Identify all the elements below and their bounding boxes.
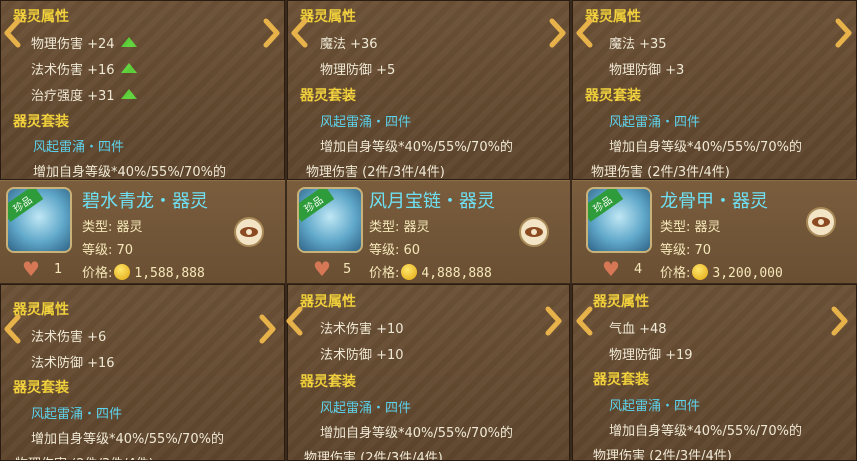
set-desc: 物理伤害 (2件/3件/4件) xyxy=(304,451,443,461)
next-arrow-icon[interactable] xyxy=(832,18,854,48)
stat-text: 物理防御 +3 xyxy=(609,63,685,78)
prev-arrow-icon[interactable] xyxy=(2,18,24,48)
item-name: 龙骨甲・器灵 xyxy=(660,191,768,212)
top-panel-3: 器灵属性 魔法 +35 物理防御 +3 器灵套装 风起雷涌・四件 增加自身等级*… xyxy=(572,0,857,180)
set-section-title: 器灵套装 xyxy=(300,374,356,390)
up-arrow-icon xyxy=(120,89,137,99)
prev-arrow-icon[interactable] xyxy=(284,306,306,336)
prev-arrow-icon[interactable] xyxy=(289,18,311,48)
stat-text: 魔法 +35 xyxy=(609,37,667,52)
item-card-2[interactable]: 珍品 风月宝链・器灵 类型: 器灵 等级: 60 ♥ 5 价格: 4,888,88… xyxy=(287,180,570,284)
set-desc: 物理伤害 (2件/3件/4件) xyxy=(591,165,730,180)
set-section-title: 器灵套装 xyxy=(585,88,641,104)
bottom-panel-3: 器灵属性 气血 +48 物理防御 +19 器灵套装 风起雷涌・四件 增加自身等级… xyxy=(572,284,857,461)
item-level: 等级: 60 xyxy=(369,243,421,258)
item-icon-armor: 珍品 xyxy=(586,187,652,253)
set-section-title: 器灵套装 xyxy=(300,88,356,104)
prev-arrow-icon[interactable] xyxy=(574,306,596,336)
set-desc: 增加自身等级*40%/55%/70%的 xyxy=(320,140,513,155)
stat-line: 法术伤害 +16 xyxy=(31,59,137,78)
set-desc: 增加自身等级*40%/55%/70%的 xyxy=(33,165,226,180)
item-type: 类型: 器灵 xyxy=(369,220,430,235)
stat-text: 法术伤害 +10 xyxy=(320,322,404,337)
attr-section-title: 器灵属性 xyxy=(593,294,649,310)
set-desc: 物理伤害 (2件/3件/4件) xyxy=(593,449,732,461)
prev-arrow-icon[interactable] xyxy=(574,18,596,48)
item-price: 价格: 4,888,888 xyxy=(369,264,492,281)
set-desc: 增加自身等级*40%/55%/70%的 xyxy=(609,140,802,155)
stat-text: 物理伤害 +24 xyxy=(31,37,115,52)
next-arrow-icon[interactable] xyxy=(256,314,278,344)
top-panel-1: 器灵属性 物理伤害 +24 法术伤害 +16 治疗强度 +31 器灵套装 风起雷… xyxy=(0,0,285,180)
eye-icon[interactable] xyxy=(806,207,836,237)
coin-icon xyxy=(114,264,131,280)
item-name: 风月宝链・器灵 xyxy=(369,191,495,212)
set-name: 风起雷涌・四件 xyxy=(33,140,125,155)
item-price: 价格: 1,588,888 xyxy=(82,264,205,281)
coin-icon xyxy=(692,264,709,280)
stat-text: 法术防御 +10 xyxy=(320,348,404,363)
rare-badge: 珍品 xyxy=(299,189,335,222)
up-arrow-icon xyxy=(120,37,137,47)
set-section-title: 器灵套装 xyxy=(593,372,649,388)
rare-badge: 珍品 xyxy=(588,189,624,222)
next-arrow-icon[interactable] xyxy=(828,306,850,336)
up-arrow-icon xyxy=(120,63,137,73)
stat-text: 魔法 +36 xyxy=(320,37,378,52)
heart-icon[interactable]: ♥ xyxy=(602,257,620,281)
eye-icon[interactable] xyxy=(519,217,549,247)
stat-line: 治疗强度 +31 xyxy=(31,85,137,104)
stat-text: 物理防御 +5 xyxy=(320,63,396,78)
stat-text: 治疗强度 +31 xyxy=(31,89,115,104)
set-section-title: 器灵套装 xyxy=(13,114,69,130)
heart-icon[interactable]: ♥ xyxy=(313,257,331,281)
stat-text: 法术伤害 +6 xyxy=(31,330,107,345)
set-desc: 增加自身等级*40%/55%/70%的 xyxy=(31,432,224,447)
eye-icon[interactable] xyxy=(234,217,264,247)
set-name: 风起雷涌・四件 xyxy=(320,115,412,130)
bottom-panel-1: 器灵属性 法术伤害 +6 法术防御 +16 器灵套装 风起雷涌・四件 增加自身等… xyxy=(0,284,285,461)
item-price: 价格: 3,200,000 xyxy=(660,264,783,281)
item-level: 等级: 70 xyxy=(82,243,134,258)
set-desc: 物理伤害 (2件/3件/4件) xyxy=(306,165,445,180)
next-arrow-icon[interactable] xyxy=(542,306,564,336)
stat-line: 物理伤害 +24 xyxy=(31,33,137,52)
coin-icon xyxy=(401,264,418,280)
item-icon-dragon: 珍品 xyxy=(6,187,72,253)
set-name: 风起雷涌・四件 xyxy=(609,115,701,130)
stat-text: 物理防御 +19 xyxy=(609,348,693,363)
set-name: 风起雷涌・四件 xyxy=(31,407,123,422)
stat-text: 法术伤害 +16 xyxy=(31,63,115,78)
next-arrow-icon[interactable] xyxy=(546,18,568,48)
prev-arrow-icon[interactable] xyxy=(2,314,24,344)
item-type: 类型: 器灵 xyxy=(82,220,143,235)
like-count: 4 xyxy=(634,262,643,277)
heart-icon[interactable]: ♥ xyxy=(22,257,40,281)
top-panel-2: 器灵属性 魔法 +36 物理防御 +5 器灵套装 风起雷涌・四件 增加自身等级*… xyxy=(287,0,570,180)
stat-text: 气血 +48 xyxy=(609,322,667,337)
attr-section-title: 器灵属性 xyxy=(300,294,356,310)
set-section-title: 器灵套装 xyxy=(13,380,69,396)
next-arrow-icon[interactable] xyxy=(260,18,282,48)
set-name: 风起雷涌・四件 xyxy=(609,399,701,414)
bottom-panel-2: 器灵属性 法术伤害 +10 法术防御 +10 器灵套装 风起雷涌・四件 增加自身… xyxy=(287,284,570,461)
set-desc: 增加自身等级*40%/55%/70%的 xyxy=(320,426,513,441)
item-name: 碧水青龙・器灵 xyxy=(82,191,208,212)
rare-badge: 珍品 xyxy=(8,189,44,222)
item-card-3[interactable]: 珍品 龙骨甲・器灵 类型: 器灵 等级: 70 ♥ 4 价格: 3,200,000 xyxy=(572,180,857,284)
set-desc: 增加自身等级*40%/55%/70%的 xyxy=(609,424,802,439)
item-type: 类型: 器灵 xyxy=(660,220,721,235)
like-count: 1 xyxy=(54,262,63,277)
item-level: 等级: 70 xyxy=(660,243,712,258)
item-icon-chain: 珍品 xyxy=(297,187,363,253)
item-card-1[interactable]: 珍品 碧水青龙・器灵 类型: 器灵 等级: 70 ♥ 1 价格: 1,588,88… xyxy=(0,180,285,284)
like-count: 5 xyxy=(343,262,352,277)
stat-text: 法术防御 +16 xyxy=(31,356,115,371)
set-name: 风起雷涌・四件 xyxy=(320,401,412,416)
set-desc: 物理伤害 (2件/3件/4件) xyxy=(15,453,154,460)
